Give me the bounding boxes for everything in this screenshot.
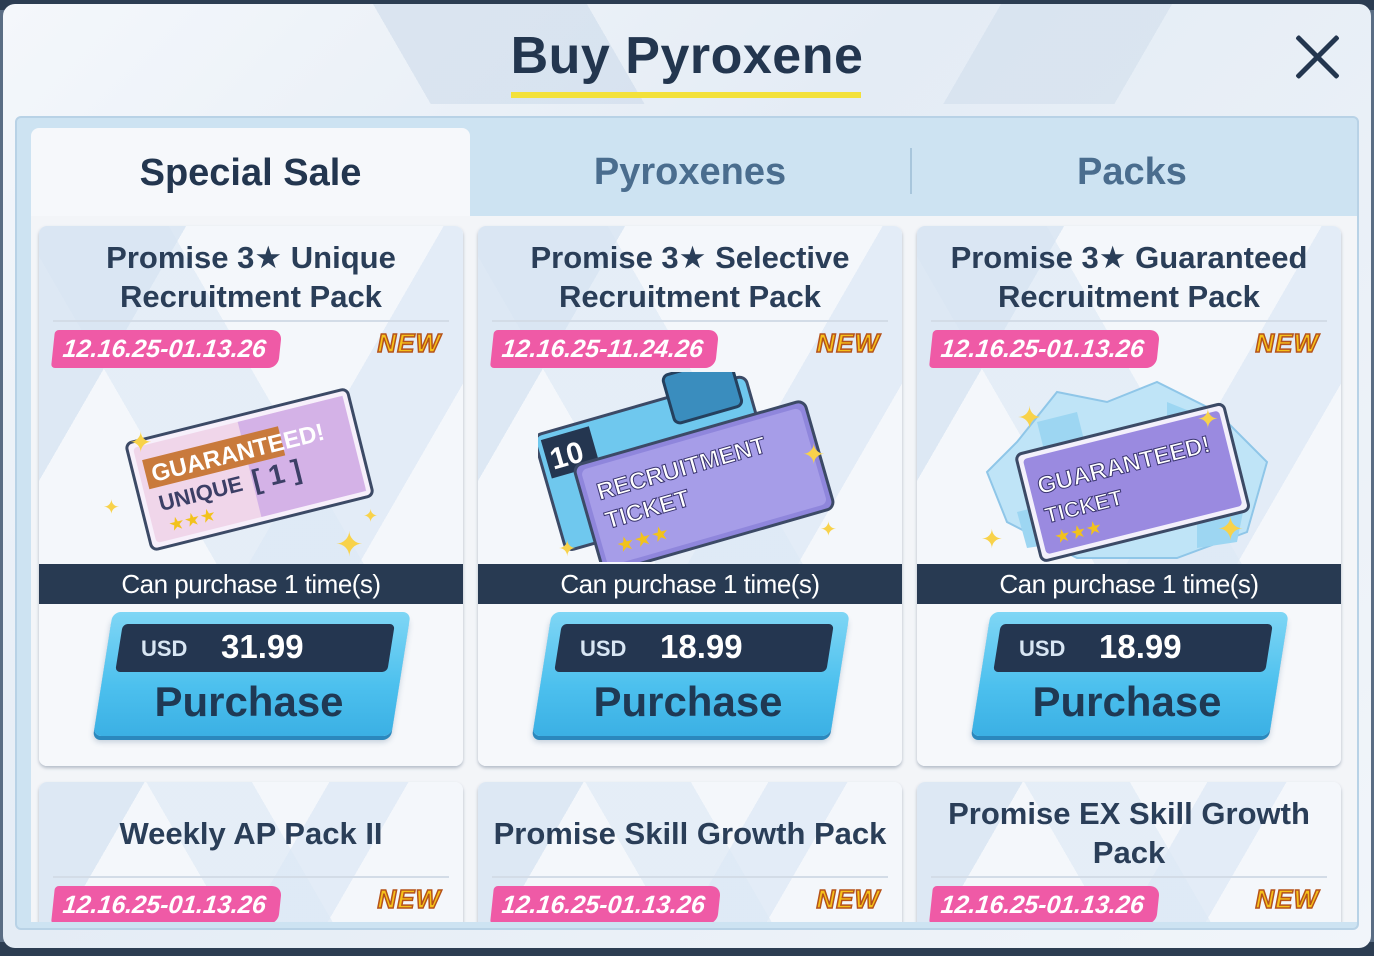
date-badge: 12.16.25-01.13.26	[490, 886, 721, 922]
shop-panel: Special Sale Pyroxenes Packs Promise 3★ …	[15, 116, 1359, 930]
purchase-button[interactable]: USD 18.99 Purchase	[532, 612, 850, 738]
divider	[53, 876, 449, 878]
purchase-label: Purchase	[1032, 678, 1222, 725]
title-underline	[511, 92, 861, 98]
price: 31.99	[221, 628, 304, 665]
new-badge: NEW	[816, 327, 880, 359]
sparkle-icon: ✦	[1217, 510, 1244, 548]
date-badge: 12.16.25-01.13.26	[51, 886, 282, 922]
product-title: Promise Skill Growth Pack	[493, 815, 887, 851]
sparkle-icon: ✦	[335, 525, 364, 562]
purchase-button[interactable]: USD 31.99 Purchase	[93, 612, 411, 738]
date-badge: 12.16.25-01.13.26	[929, 886, 1160, 922]
new-badge: NEW	[1255, 327, 1319, 359]
sparkle-icon: ✦	[1017, 401, 1042, 436]
price: 18.99	[1099, 628, 1182, 665]
currency: USD	[1019, 636, 1066, 661]
sparkle-icon: ✦	[1197, 405, 1219, 435]
purchase-limit: Can purchase 1 time(s)	[917, 564, 1341, 604]
sparkle-icon: ✦	[558, 537, 576, 562]
tab-bar: Special Sale Pyroxenes Packs	[31, 128, 1357, 218]
purchase-limit: Can purchase 1 time(s)	[478, 564, 902, 604]
purchase-label: Purchase	[154, 678, 344, 725]
ticket-icon: 10 RECRUITMENT TICKET ★★★ ✦ ✦ ✦	[538, 372, 837, 562]
sparkle-icon: ✦	[820, 517, 837, 541]
sparkle-icon: ✦	[103, 495, 120, 519]
close-icon[interactable]	[1287, 26, 1347, 86]
product-list[interactable]: Promise 3★ Unique Recruitment Pack 12.16…	[31, 216, 1357, 922]
price: 18.99	[660, 628, 743, 665]
sparkle-icon: ✦	[802, 438, 825, 471]
purchase-label: Purchase	[593, 678, 783, 725]
product-card[interactable]: Weekly AP Pack II 12.16.25-01.13.26 NEW	[39, 782, 463, 922]
tab-special-sale[interactable]: Special Sale	[31, 128, 470, 218]
product-title: Promise EX Skill Growth Pack	[948, 796, 1310, 870]
dialog-title: Buy Pyroxene	[510, 27, 864, 85]
product-title: Promise 3★ Guaranteed Recruitment Pack	[950, 240, 1308, 314]
divider	[492, 320, 888, 322]
product-card[interactable]: Promise Skill Growth Pack 12.16.25-01.13…	[478, 782, 902, 922]
tab-pyroxenes[interactable]: Pyroxenes	[470, 128, 910, 216]
product-card[interactable]: Promise EX Skill Growth Pack 12.16.25-01…	[917, 782, 1341, 922]
product-title: Promise 3★ Selective Recruitment Pack	[530, 240, 850, 314]
buy-pyroxene-dialog: Buy Pyroxene Special Sale Pyroxenes Pack…	[3, 4, 1371, 948]
divider	[931, 320, 1327, 322]
new-badge: NEW	[1255, 883, 1319, 915]
sparkle-icon: ✦	[363, 506, 378, 527]
diamond-icon: GUARANTEED! TICKET ★★★ ✦ ✦ ✦ ✦	[981, 380, 1269, 562]
date-badge: 12.16.25-01.13.26	[929, 330, 1160, 368]
sparkle-icon: ✦	[129, 426, 152, 459]
new-badge: NEW	[377, 883, 441, 915]
sparkle-icon: ✦	[981, 525, 1003, 555]
tab-packs[interactable]: Packs	[912, 128, 1352, 216]
divider	[492, 876, 888, 878]
product-title: Promise 3★ Unique Recruitment Pack	[106, 240, 396, 314]
date-badge: 12.16.25-01.13.26	[51, 330, 282, 368]
new-badge: NEW	[377, 327, 441, 359]
divider	[931, 876, 1327, 878]
date-badge: 12.16.25-11.24.26	[490, 330, 720, 368]
purchase-button[interactable]: USD 18.99 Purchase	[971, 612, 1289, 738]
ticket-icon: GUARANTEED! UNIQUE [ 1 ] ★★★ ✦ ✦ ✦ ✦	[103, 388, 378, 562]
currency: USD	[141, 636, 188, 661]
product-card[interactable]: Promise 3★ Unique Recruitment Pack 12.16…	[39, 226, 463, 766]
product-card[interactable]: Promise 3★ Selective Recruitment Pack 12…	[478, 226, 902, 766]
purchase-limit: Can purchase 1 time(s)	[39, 564, 463, 604]
product-card[interactable]: Promise 3★ Guaranteed Recruitment Pack 1…	[917, 226, 1341, 766]
divider	[53, 320, 449, 322]
product-title: Weekly AP Pack II	[119, 815, 383, 851]
new-badge: NEW	[816, 883, 880, 915]
currency: USD	[580, 636, 627, 661]
